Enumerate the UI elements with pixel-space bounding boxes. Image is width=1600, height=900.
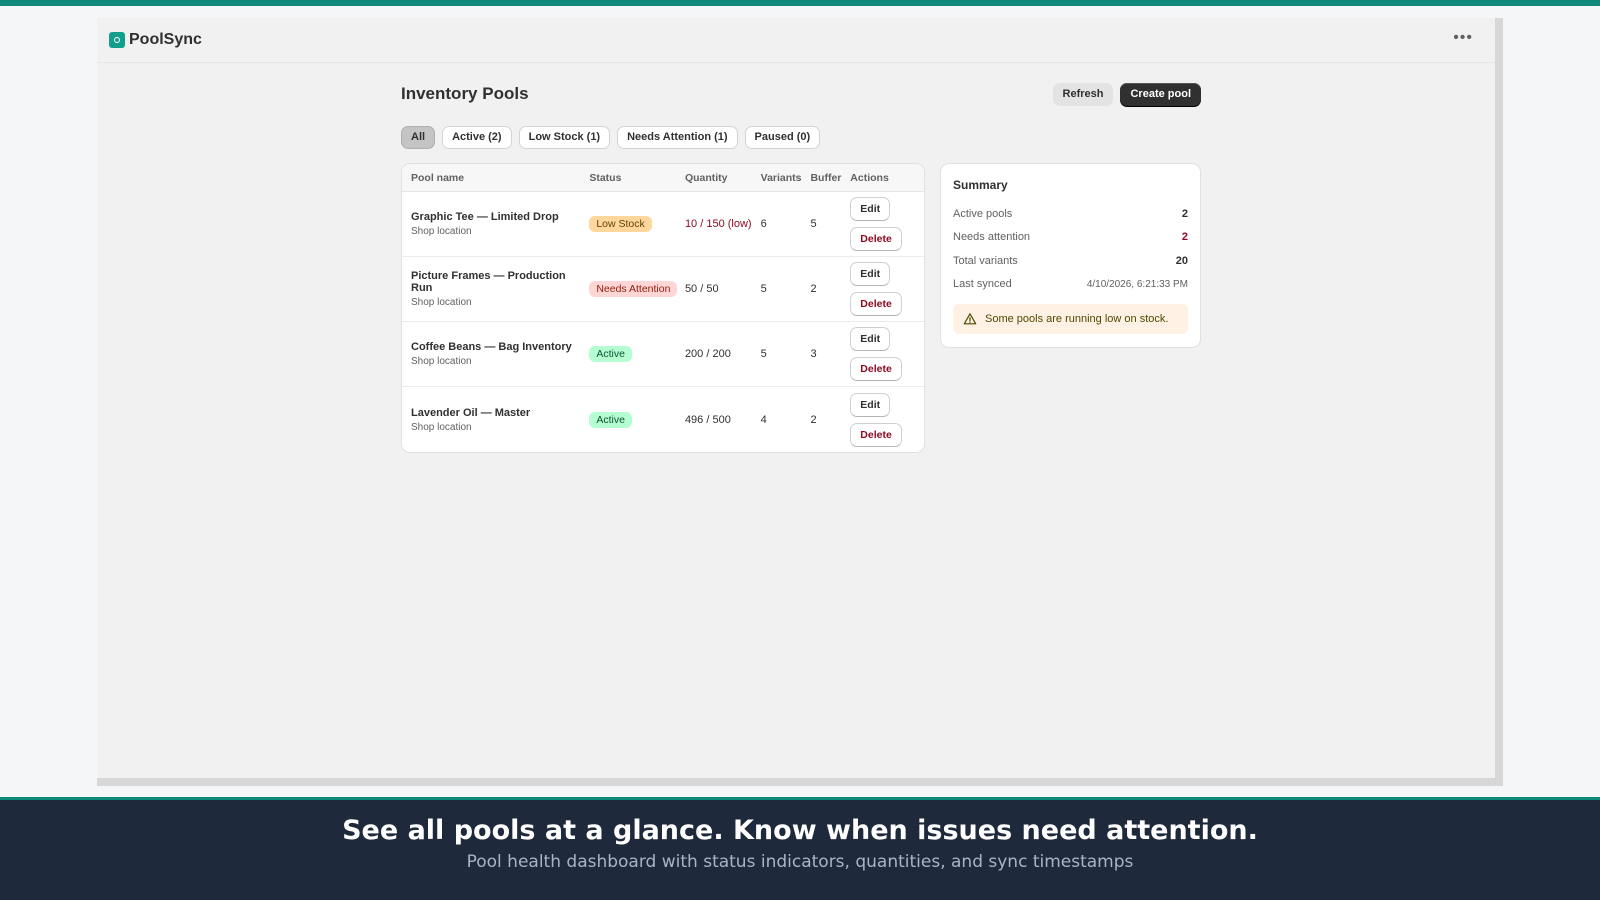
pool-name: Picture Frames — Production Run [411, 270, 566, 294]
row-actions: Edit Delete [850, 392, 924, 447]
delete-button[interactable]: Delete [850, 227, 902, 251]
create-pool-button[interactable]: Create pool [1120, 82, 1201, 106]
app-window: PoolSync ••• Inventory Pools Refresh Cre… [97, 18, 1503, 786]
pool-buffer: 2 [810, 283, 817, 295]
edit-button[interactable]: Edit [850, 392, 891, 417]
pool-name: Lavender Oil — Master [411, 406, 531, 419]
pool-name: Coffee Beans — Bag Inventory [411, 341, 572, 353]
delete-button[interactable]: Delete [850, 357, 902, 381]
header-pool-name[interactable]: Pool name [402, 172, 589, 184]
tab-all[interactable]: All [401, 126, 436, 149]
summary-label: Last synced [953, 278, 1012, 291]
table-row[interactable]: Graphic Tee — Limited Drop Shop location… [402, 192, 924, 257]
tab-low-stock[interactable]: Low Stock (1) [518, 126, 611, 149]
summary-card: Summary Active pools 2 Needs attention 2… [940, 163, 1201, 348]
summary-value: 2 [1181, 207, 1188, 220]
table-row[interactable]: Picture Frames — Production Run Shop loc… [402, 257, 924, 322]
pool-location: Shop location [411, 297, 472, 308]
summary-last-synced: Last synced 4/10/2026, 6:21:33 PM [953, 273, 1188, 297]
summary-total-variants: Total variants 20 [953, 249, 1188, 273]
pool-variants: 6 [760, 218, 767, 230]
main-content: Pool name Status Quantity Variants Buffe… [401, 163, 1201, 453]
header-actions: Refresh Create pool [1052, 82, 1201, 106]
tab-active[interactable]: Active (2) [442, 126, 512, 149]
low-stock-warning-banner: Some pools are running low on stock. [953, 304, 1188, 334]
pools-table: Pool name Status Quantity Variants Buffe… [401, 163, 925, 453]
warning-triangle-icon [963, 313, 977, 325]
pool-quantity: 10 / 150 (low) [684, 218, 752, 230]
tab-needs-attention[interactable]: Needs Attention (1) [617, 126, 738, 149]
pool-buffer: 2 [810, 413, 817, 426]
delete-button[interactable]: Delete [850, 422, 902, 447]
pool-quantity: 50 / 50 [684, 283, 719, 295]
status-badge: Active [589, 346, 632, 362]
top-accent-strip [0, 0, 1600, 6]
summary-needs-attention: Needs attention 2 [953, 226, 1188, 250]
header-actions: Actions [850, 171, 889, 184]
summary-label: Needs attention [953, 231, 1031, 244]
table-header: Pool name Status Quantity Variants Buffe… [402, 164, 924, 192]
header-status[interactable]: Status [589, 172, 685, 184]
pool-variants: 4 [760, 413, 767, 426]
caption-banner: See all pools at a glance. Know when iss… [0, 797, 1600, 900]
summary-value: 2 [1181, 231, 1188, 244]
pool-variants: 5 [760, 348, 767, 360]
summary-label: Active pools [953, 207, 1013, 220]
row-actions: Edit Delete [850, 327, 924, 381]
pool-quantity: 496 / 500 [684, 413, 731, 426]
status-badge: Active [589, 411, 632, 428]
status-badge: Needs Attention [589, 281, 678, 297]
table-row[interactable]: Coffee Beans — Bag Inventory Shop locati… [402, 322, 924, 387]
row-actions: Edit Delete [850, 197, 924, 251]
page-title: Inventory Pools [401, 84, 529, 103]
status-badge: Low Stock [589, 216, 652, 232]
page-header: Inventory Pools Refresh Create pool [401, 81, 1201, 107]
app-header: PoolSync ••• [97, 18, 1495, 63]
delete-button[interactable]: Delete [850, 292, 902, 316]
last-synced-timestamp: 4/10/2026, 6:21:33 PM [1086, 278, 1188, 290]
edit-button[interactable]: Edit [850, 197, 891, 221]
pool-location: Shop location [411, 356, 472, 367]
caption-subline: Pool health dashboard with status indica… [466, 852, 1134, 872]
summary-active-pools: Active pools 2 [953, 202, 1188, 226]
header-buffer[interactable]: Buffer [810, 172, 850, 184]
pool-variants: 5 [760, 283, 767, 295]
header-quantity[interactable]: Quantity [685, 172, 761, 184]
pool-quantity: 200 / 200 [684, 348, 731, 360]
edit-button[interactable]: Edit [850, 262, 891, 286]
summary-value: 20 [1175, 254, 1188, 267]
app-title: PoolSync [129, 31, 202, 48]
tab-paused[interactable]: Paused (0) [744, 126, 821, 149]
pool-buffer: 5 [810, 218, 817, 230]
summary-label: Total variants [953, 254, 1018, 267]
app-logo-icon [109, 32, 125, 48]
row-actions: Edit Delete [850, 262, 924, 316]
more-horizontal-icon[interactable]: ••• [1453, 29, 1473, 47]
pool-buffer: 3 [810, 348, 817, 360]
pool-name: Graphic Tee — Limited Drop [411, 211, 559, 223]
warning-text: Some pools are running low on stock. [985, 313, 1169, 325]
pool-location: Shop location [411, 226, 472, 237]
header-variants[interactable]: Variants [761, 172, 811, 184]
page-content: Inventory Pools Refresh Create pool All … [401, 81, 1201, 453]
table-row[interactable]: Lavender Oil — Master Shop location Acti… [402, 387, 924, 452]
edit-button[interactable]: Edit [850, 327, 891, 351]
summary-title: Summary [953, 178, 1008, 192]
pool-location: Shop location [411, 421, 472, 433]
caption-headline: See all pools at a glance. Know when iss… [342, 815, 1258, 846]
refresh-button[interactable]: Refresh [1052, 82, 1114, 106]
filter-tabs: All Active (2) Low Stock (1) Needs Atten… [401, 126, 1201, 149]
